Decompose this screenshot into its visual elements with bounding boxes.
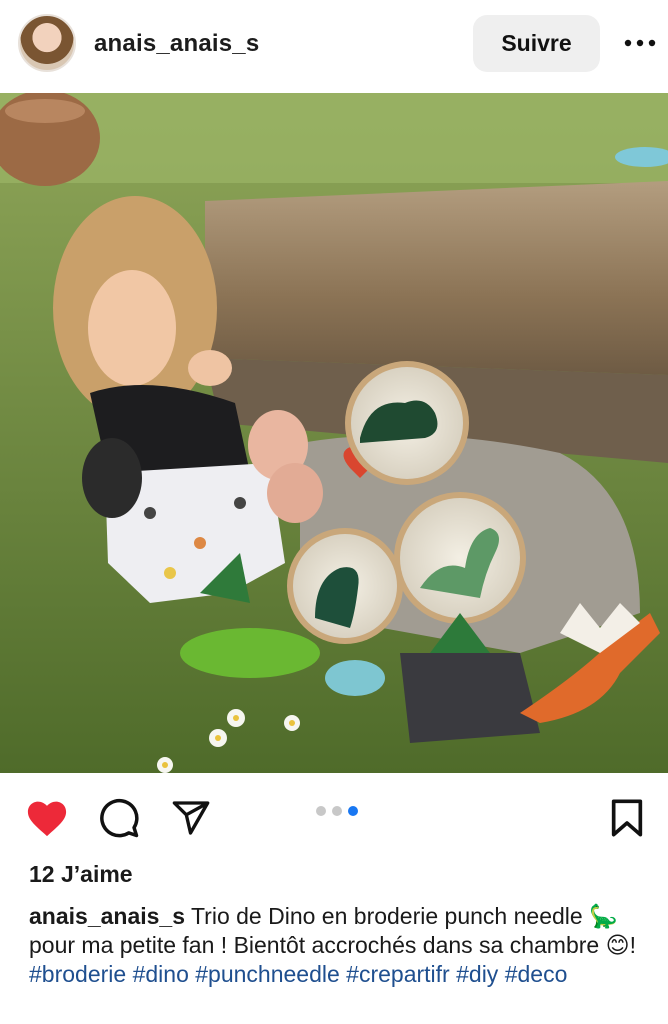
post-actions <box>0 773 668 863</box>
comment-icon <box>100 798 139 838</box>
send-icon <box>172 801 210 835</box>
more-horizontal-icon <box>624 39 656 47</box>
save-button[interactable] <box>604 795 650 841</box>
carousel-dot-active[interactable] <box>348 806 358 816</box>
carousel-dot[interactable] <box>316 806 326 816</box>
post-username[interactable]: anais_anais_s <box>94 30 259 58</box>
hashtag-link[interactable]: #deco <box>505 961 568 987</box>
post-photo-illustration <box>0 93 668 773</box>
hashtag-link[interactable]: #broderie <box>29 961 126 987</box>
bookmark-icon <box>611 799 643 837</box>
carousel-dot[interactable] <box>332 806 342 816</box>
comment-button[interactable] <box>96 795 142 841</box>
heart-filled-icon <box>27 801 67 837</box>
more-options-button[interactable] <box>620 28 660 58</box>
hashtag-link[interactable]: #dino <box>133 961 189 987</box>
like-button[interactable] <box>24 795 70 841</box>
post-image[interactable] <box>0 93 668 773</box>
post-caption: anais_anais_s Trio de Dino en broderie p… <box>29 902 659 989</box>
avatar[interactable] <box>18 14 76 72</box>
likes-count[interactable]: 12 J’aime <box>29 861 133 888</box>
follow-button[interactable]: Suivre <box>473 15 600 72</box>
hashtag-link[interactable]: #punchneedle <box>195 961 340 987</box>
hashtag-link[interactable]: #crepartifr <box>346 961 450 987</box>
hashtag-link[interactable]: #diy <box>456 961 498 987</box>
carousel-indicator <box>316 806 358 816</box>
post-header: anais_anais_s Suivre <box>0 0 668 92</box>
share-button[interactable] <box>168 795 214 841</box>
caption-username[interactable]: anais_anais_s <box>29 903 185 929</box>
